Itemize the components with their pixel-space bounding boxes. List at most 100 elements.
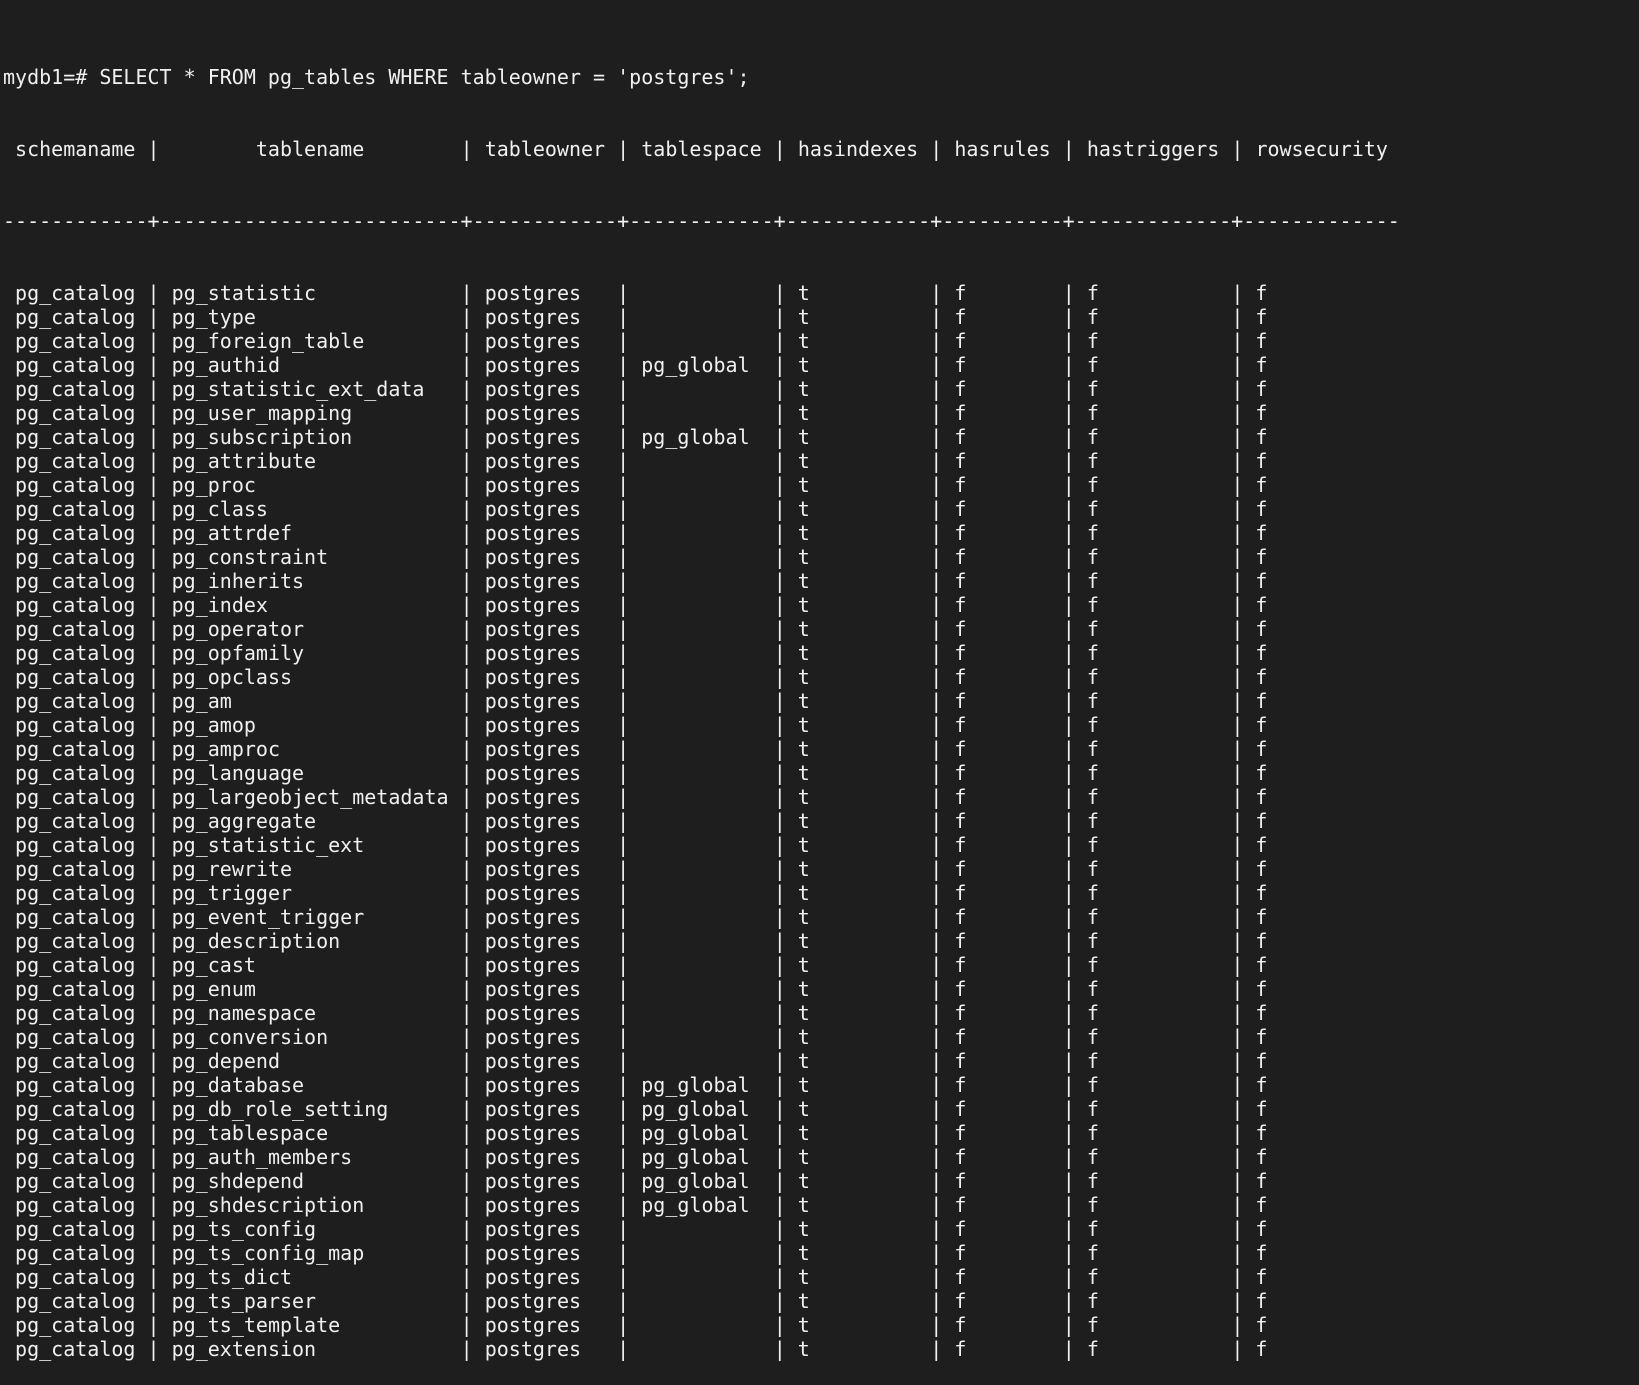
table-row: pg_catalog | pg_conversion | postgres | … bbox=[3, 1025, 1400, 1049]
cell-schemaname: pg_catalog bbox=[15, 1097, 136, 1121]
column-separator: | bbox=[617, 617, 630, 641]
column-separator: | bbox=[460, 1217, 473, 1241]
column-separator: | bbox=[147, 1313, 160, 1337]
cell-schemaname: pg_catalog bbox=[15, 905, 136, 929]
cell-hasrules: f bbox=[954, 305, 967, 329]
cell-hasindexes: t bbox=[797, 545, 810, 569]
cell-tablename: pg_extension bbox=[171, 1337, 317, 1361]
column-separator: | bbox=[1062, 425, 1075, 449]
cell-schemaname: pg_catalog bbox=[15, 1121, 136, 1145]
cell-tablename: pg_statistic bbox=[171, 281, 317, 305]
column-separator: | bbox=[1231, 857, 1244, 881]
column-separator: | bbox=[930, 545, 943, 569]
column-separator: | bbox=[1062, 929, 1075, 953]
column-separator: | bbox=[1062, 1289, 1075, 1313]
table-row: pg_catalog | pg_inherits | postgres | | … bbox=[3, 569, 1400, 593]
cell-hasindexes: t bbox=[797, 401, 810, 425]
cell-schemaname: pg_catalog bbox=[15, 593, 136, 617]
cell-tableowner: postgres bbox=[484, 905, 582, 929]
cell-hasindexes: t bbox=[797, 353, 810, 377]
column-separator: | bbox=[617, 1313, 630, 1337]
cell-tablename: pg_ts_dict bbox=[171, 1265, 293, 1289]
terminal-output[interactable]: mydb1=# SELECT * FROM pg_tables WHERE ta… bbox=[3, 17, 1400, 1385]
cell-rowsecurity: f bbox=[1255, 1193, 1268, 1217]
column-separator: | bbox=[1231, 737, 1244, 761]
column-separator: | bbox=[1062, 1313, 1075, 1337]
cell-hasrules: f bbox=[954, 953, 967, 977]
cell-hasindexes: t bbox=[797, 1169, 810, 1193]
cell-rowsecurity: f bbox=[1255, 713, 1268, 737]
column-separator: | bbox=[1062, 953, 1075, 977]
cell-rowsecurity: f bbox=[1255, 1265, 1268, 1289]
column-separator: | bbox=[617, 1169, 630, 1193]
table-row: pg_catalog | pg_am | postgres | | t | f … bbox=[3, 689, 1400, 713]
cell-tableowner: postgres bbox=[484, 1049, 582, 1073]
cell-schemaname: pg_catalog bbox=[15, 473, 136, 497]
cell-tablename: pg_authid bbox=[171, 353, 280, 377]
column-separator: | bbox=[460, 617, 473, 641]
cell-tableowner: postgres bbox=[484, 281, 582, 305]
cell-hasrules: f bbox=[954, 401, 967, 425]
column-separator: | bbox=[460, 761, 473, 785]
table-row: pg_catalog | pg_opfamily | postgres | | … bbox=[3, 641, 1400, 665]
cell-rowsecurity: f bbox=[1255, 1121, 1268, 1145]
cell-hasrules: f bbox=[954, 1097, 967, 1121]
cell-hasrules: f bbox=[954, 497, 967, 521]
cell-rowsecurity: f bbox=[1255, 881, 1268, 905]
cell-schemaname: pg_catalog bbox=[15, 665, 136, 689]
cell-tablename: pg_user_mapping bbox=[171, 401, 353, 425]
column-separator: | bbox=[617, 1001, 630, 1025]
cell-hastriggers: f bbox=[1086, 353, 1099, 377]
column-separator: | bbox=[147, 905, 160, 929]
column-separator: | bbox=[1231, 497, 1244, 521]
column-separator: | bbox=[147, 1265, 160, 1289]
column-separator: | bbox=[460, 593, 473, 617]
column-separator: | bbox=[460, 833, 473, 857]
cell-tableowner: postgres bbox=[484, 1145, 582, 1169]
column-separator: | bbox=[930, 881, 943, 905]
cell-schemaname: pg_catalog bbox=[15, 329, 136, 353]
column-separator: | bbox=[147, 1289, 160, 1313]
column-separator: | bbox=[617, 1337, 630, 1361]
cell-hasrules: f bbox=[954, 593, 967, 617]
table-row: pg_catalog | pg_database | postgres | pg… bbox=[3, 1073, 1400, 1097]
cell-rowsecurity: f bbox=[1255, 305, 1268, 329]
shell-prompt: mydb1=# bbox=[3, 65, 88, 89]
cell-hasindexes: t bbox=[797, 473, 810, 497]
cell-hasindexes: t bbox=[797, 1217, 810, 1241]
column-separator: | bbox=[617, 521, 630, 545]
column-separator: | bbox=[460, 737, 473, 761]
cell-rowsecurity: f bbox=[1255, 785, 1268, 809]
column-separator: | bbox=[1062, 665, 1075, 689]
cell-rowsecurity: f bbox=[1255, 1073, 1268, 1097]
column-separator: | bbox=[147, 401, 160, 425]
cell-hasrules: f bbox=[954, 1241, 967, 1265]
cell-tableowner: postgres bbox=[484, 1121, 582, 1145]
column-separator: | bbox=[147, 857, 160, 881]
column-separator: | bbox=[1062, 1049, 1075, 1073]
cell-hasrules: f bbox=[954, 617, 967, 641]
column-separator: | bbox=[1062, 1121, 1075, 1145]
column-separator: | bbox=[460, 1193, 473, 1217]
column-separator: | bbox=[773, 881, 786, 905]
column-separator: | bbox=[460, 713, 473, 737]
column-separator: | bbox=[147, 1025, 160, 1049]
cell-hastriggers: f bbox=[1086, 1169, 1099, 1193]
cell-tablename: pg_cast bbox=[171, 953, 256, 977]
column-separator: | bbox=[1231, 1025, 1244, 1049]
cell-tablename: pg_description bbox=[171, 929, 341, 953]
cell-hastriggers: f bbox=[1086, 761, 1099, 785]
column-separator: | bbox=[617, 593, 630, 617]
column-separator: | bbox=[1062, 545, 1075, 569]
cell-tableowner: postgres bbox=[484, 1097, 582, 1121]
table-row: pg_catalog | pg_db_role_setting | postgr… bbox=[3, 1097, 1400, 1121]
cell-hastriggers: f bbox=[1086, 929, 1099, 953]
column-separator: | bbox=[147, 425, 160, 449]
cell-schemaname: pg_catalog bbox=[15, 1313, 136, 1337]
column-separator: | bbox=[1231, 881, 1244, 905]
column-header-tablename: tablename bbox=[255, 137, 365, 161]
column-separator: | bbox=[1231, 1337, 1244, 1361]
cell-tablename: pg_amproc bbox=[171, 737, 280, 761]
column-separator: | bbox=[773, 305, 786, 329]
column-separator: | bbox=[617, 977, 630, 1001]
